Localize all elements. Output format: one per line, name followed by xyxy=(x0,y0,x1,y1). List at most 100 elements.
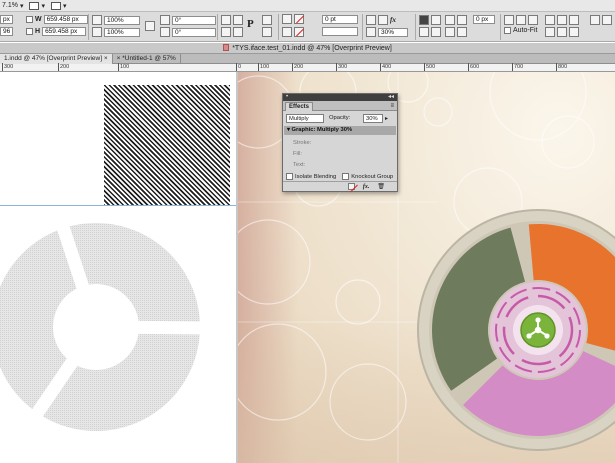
knockout-group-checkbox[interactable] xyxy=(342,173,350,180)
stroke-fill-icon xyxy=(282,14,292,24)
isolate-blending-checkbox[interactable] xyxy=(286,173,293,180)
opacity-input[interactable]: 30% xyxy=(363,114,383,123)
stroke-type-row xyxy=(322,27,358,36)
opacity-slider-arrow-icon[interactable]: ▸ xyxy=(385,115,388,122)
wrap-jump-icon[interactable] xyxy=(431,27,441,37)
fx-icon[interactable]: fx xyxy=(390,16,396,24)
distribute-bottom-icon[interactable] xyxy=(569,15,579,25)
ruler-tick-label: 600 xyxy=(470,64,480,70)
fit-frame-icon[interactable] xyxy=(445,27,455,37)
fill-effect-row[interactable]: Fill: xyxy=(293,151,302,157)
blend-mode-select[interactable]: Multiply xyxy=(286,114,324,123)
scale-x-field[interactable]: 100% xyxy=(104,15,140,25)
tab-label: *Untitled-1 @ 57% xyxy=(122,55,176,62)
fit-content-icon[interactable] xyxy=(457,15,467,25)
clear-effects-icon[interactable] xyxy=(347,183,355,190)
scale-y-field[interactable]: 100% xyxy=(104,27,140,37)
ruler-tick xyxy=(556,63,557,71)
ruler-tick xyxy=(118,63,119,71)
rotate-cw-icon[interactable] xyxy=(221,15,231,25)
fit-width-field[interactable]: 0 px xyxy=(473,15,495,24)
wrap-shape-icon[interactable] xyxy=(419,27,429,37)
text-wrap-icon[interactable] xyxy=(419,15,429,25)
fill-swatch[interactable] xyxy=(294,14,304,24)
disclosure-triangle-icon[interactable]: ▾ xyxy=(287,127,290,133)
reference-point-icon[interactable] xyxy=(26,16,33,23)
select-content-icon[interactable] xyxy=(262,27,272,37)
wrap-bounding-icon[interactable] xyxy=(431,15,441,25)
fx-button[interactable]: fx. xyxy=(363,184,370,190)
close-icon[interactable]: × xyxy=(104,55,108,62)
stroke-effect-row[interactable]: Stroke: xyxy=(293,140,311,146)
trash-icon[interactable]: 🗑 xyxy=(377,183,385,190)
stroke-weight-field[interactable]: 0 pt xyxy=(322,15,358,24)
text-effect-row[interactable]: Text: xyxy=(293,162,305,168)
ruler-tick-label: 300 xyxy=(338,64,348,70)
drop-shadow-icon[interactable] xyxy=(366,15,376,25)
distribute-buttons xyxy=(545,15,579,25)
fill-frame-icon[interactable] xyxy=(445,15,455,25)
distribute-top-icon[interactable] xyxy=(545,15,555,25)
align-center-icon[interactable] xyxy=(516,15,526,25)
gray-ring-graphic[interactable] xyxy=(0,72,236,463)
panel-menu-icon[interactable] xyxy=(602,15,612,25)
horizontal-ruler[interactable]: 300 200 100 0 100 200 300 400 500 600 700 800 xyxy=(0,63,615,72)
effects-panel[interactable]: • ◂◂ Effects ≡ Multiply Opacity: 30% ▸ ▾… xyxy=(282,93,398,192)
view-options-menu[interactable]: ▾ xyxy=(29,1,45,10)
center-content-icon[interactable] xyxy=(457,27,467,37)
shear-angle-field[interactable]: 0° xyxy=(172,27,216,37)
path-type-button[interactable]: P xyxy=(247,18,254,30)
dial-graphic[interactable] xyxy=(417,209,615,451)
align-left-icon[interactable] xyxy=(504,15,514,25)
panel-title-bar[interactable]: • ◂◂ xyxy=(283,94,397,101)
constrain-link-icon[interactable] xyxy=(26,28,33,35)
opacity-field[interactable]: 30% xyxy=(378,27,408,37)
close-icon[interactable]: × xyxy=(117,55,121,62)
flip-horizontal-icon[interactable] xyxy=(221,27,231,37)
y-position-field[interactable]: 96 px xyxy=(0,27,13,36)
close-icon[interactable]: • xyxy=(286,94,288,101)
divider xyxy=(278,14,279,40)
height-field[interactable]: 659.458 px xyxy=(42,27,87,36)
graphic-effect-label: Graphic: Multiply 30% xyxy=(291,127,353,133)
y-position-row: 96 px xyxy=(0,27,13,36)
flip-vertical-icon[interactable] xyxy=(233,27,243,37)
constrain-proportions[interactable] xyxy=(145,21,155,31)
drop-shadow-toggle-icon[interactable] xyxy=(378,15,388,25)
scale-y-icon xyxy=(92,27,102,37)
width-field[interactable]: 659.458 px xyxy=(43,15,88,24)
select-container-icon[interactable] xyxy=(262,15,272,25)
collapse-icon[interactable]: ◂◂ xyxy=(388,94,394,101)
distribute-left-icon[interactable] xyxy=(545,27,555,37)
align-right-icon[interactable] xyxy=(528,15,538,25)
tab-untitled-1[interactable]: × *Untitled-1 @ 57% xyxy=(113,54,181,64)
stroke-swatch[interactable] xyxy=(294,27,304,37)
graphic-effect-row[interactable]: ▾ Graphic: Multiply 30% xyxy=(284,126,396,135)
stroke-weight-row: 0 pt xyxy=(322,15,358,24)
distribute-middle-icon[interactable] xyxy=(557,15,567,25)
transform-buttons-bottom xyxy=(221,27,243,37)
rotation-row: 0° xyxy=(160,15,216,25)
distribute-right-icon[interactable] xyxy=(569,27,579,37)
effects-tab[interactable]: Effects xyxy=(285,102,314,111)
distribute-center-icon[interactable] xyxy=(557,27,567,37)
panel-menu-buttons xyxy=(590,15,612,25)
ruler-tick-label: 400 xyxy=(382,64,392,70)
untitled-document-canvas[interactable] xyxy=(0,72,236,463)
fill-row xyxy=(282,14,304,24)
divider xyxy=(88,14,89,40)
ruler-tick xyxy=(2,63,3,71)
auto-fit-row: Auto-Fit xyxy=(504,27,538,34)
x-position-field[interactable]: px xyxy=(0,15,13,24)
fit-buttons-bottom xyxy=(445,27,467,37)
panel-menu-icon[interactable]: ≡ xyxy=(390,102,394,110)
screen-mode-menu[interactable]: ▾ xyxy=(51,1,67,10)
stroke-type-select[interactable] xyxy=(322,27,358,36)
panel-options-icon[interactable] xyxy=(590,15,600,25)
zoom-level-menu[interactable]: 7.1% ▾ xyxy=(2,2,23,10)
tab-tys-document[interactable]: 1.indd @ 47% [Overprint Preview] × xyxy=(0,54,113,64)
rotation-angle-field[interactable]: 0° xyxy=(172,15,216,25)
fit-buttons-top xyxy=(445,15,467,25)
auto-fit-checkbox[interactable] xyxy=(504,27,511,34)
rotate-ccw-icon[interactable] xyxy=(233,15,243,25)
